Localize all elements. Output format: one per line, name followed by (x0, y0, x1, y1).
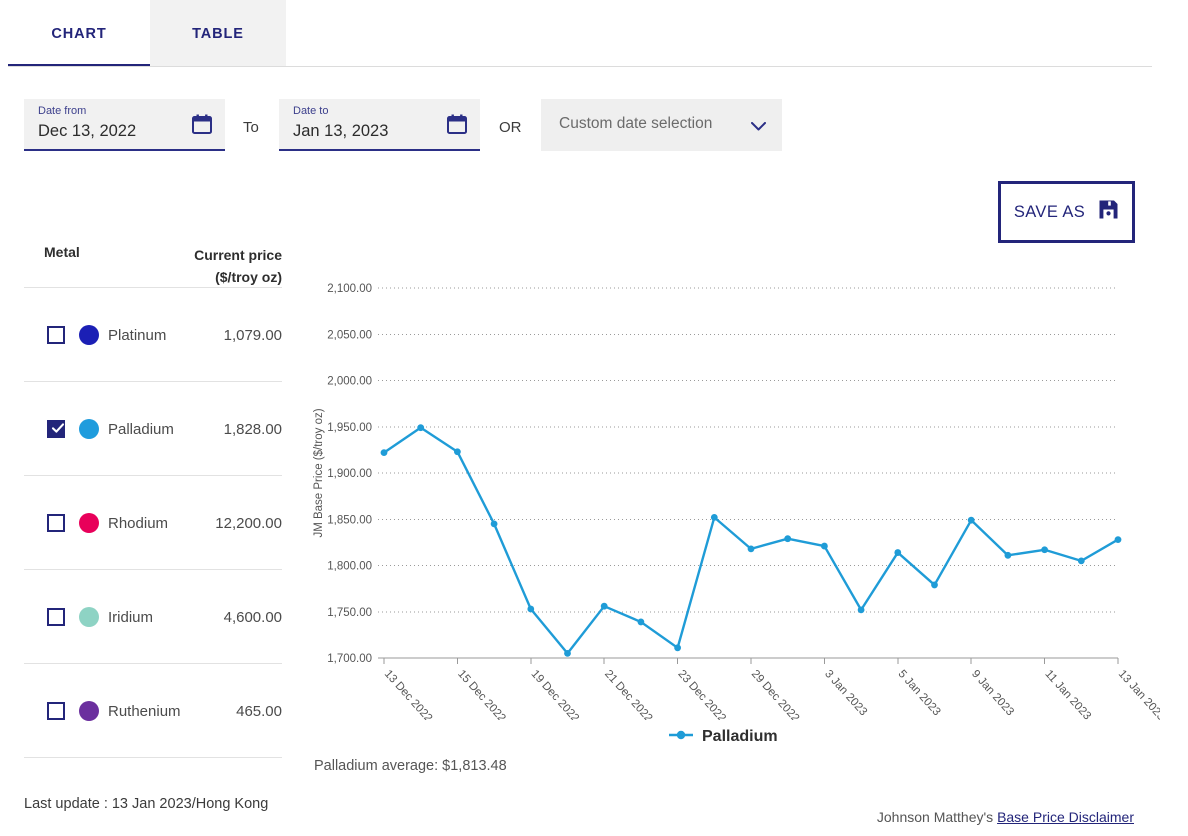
price-column-header-line2: ($/troy oz) (132, 266, 282, 288)
metal-checkbox-palladium[interactable] (47, 420, 65, 438)
tab-bar: CHART TABLE (0, 0, 1152, 68)
svg-text:1,900.00: 1,900.00 (327, 468, 372, 480)
metal-row: Iridium4,600.00 (24, 570, 282, 664)
date-to-value: Jan 13, 2023 (293, 122, 388, 141)
metal-checkbox-platinum[interactable] (47, 326, 65, 344)
legend-label: Palladium (702, 728, 778, 746)
price-column-header: Current price ($/troy oz) (132, 244, 282, 288)
svg-text:23 Dec 2022: 23 Dec 2022 (675, 668, 728, 720)
metal-row: Palladium1,828.00 (24, 382, 282, 476)
svg-text:21 Dec 2022: 21 Dec 2022 (602, 668, 655, 720)
disclaimer-text: Johnson Matthey's Base Price Disclaimer (877, 809, 1134, 825)
average-price-text: Palladium average: $1,813.48 (314, 758, 507, 774)
svg-text:1,750.00: 1,750.00 (327, 607, 372, 619)
price-line-chart: 2,100.00 2,050.00 2,000.00 1,950.00 1,900.00… (300, 250, 1160, 720)
calendar-icon[interactable] (446, 113, 468, 135)
svg-text:13 Dec 2022: 13 Dec 2022 (382, 668, 435, 720)
floppy-disk-icon (1098, 199, 1119, 225)
metal-column-header: Metal (44, 244, 80, 260)
date-from-value: Dec 13, 2022 (38, 122, 136, 141)
svg-text:JM Base Price ($/troy oz): JM Base Price ($/troy oz) (313, 408, 325, 537)
to-separator-label: To (243, 119, 259, 136)
date-from-field[interactable]: Date from Dec 13, 2022 (24, 99, 225, 151)
svg-text:1,800.00: 1,800.00 (327, 561, 372, 573)
chart-area: 2,100.00 2,050.00 2,000.00 1,950.00 1,900.00… (300, 250, 1160, 790)
metal-color-swatch (79, 513, 99, 533)
svg-text:5 Jan 2023: 5 Jan 2023 (896, 668, 943, 718)
svg-text:13 Jan 2023: 13 Jan 2023 (1116, 668, 1160, 720)
metal-price: 4,600.00 (132, 609, 282, 626)
svg-text:2,100.00: 2,100.00 (327, 283, 372, 295)
svg-text:2,050.00: 2,050.00 (327, 329, 372, 341)
metal-row: Rhodium12,200.00 (24, 476, 282, 570)
custom-date-selection-value: Custom date selection (559, 115, 712, 133)
price-chart-page: CHART TABLE Date from Dec 13, 2022 To Da… (0, 0, 1188, 836)
base-price-disclaimer-link[interactable]: Base Price Disclaimer (997, 809, 1134, 825)
last-update-text: Last update : 13 Jan 2023/Hong Kong (24, 796, 268, 812)
save-as-button[interactable]: SAVE AS (998, 181, 1135, 243)
metal-price: 1,828.00 (132, 421, 282, 438)
svg-text:9 Jan 2023: 9 Jan 2023 (969, 668, 1016, 718)
svg-text:1,950.00: 1,950.00 (327, 422, 372, 434)
chart-legend[interactable]: Palladium (668, 728, 778, 746)
tab-chart[interactable]: CHART (8, 0, 150, 67)
disclaimer-prefix: Johnson Matthey's (877, 809, 997, 825)
metal-color-swatch (79, 325, 99, 345)
metal-price: 12,200.00 (132, 515, 282, 532)
metal-checkbox-iridium[interactable] (47, 608, 65, 626)
svg-text:2,000.00: 2,000.00 (327, 376, 372, 388)
tab-table-label: TABLE (192, 26, 244, 42)
legend-marker-icon (668, 728, 694, 746)
date-to-label: Date to (293, 105, 328, 117)
tab-bar-divider (8, 66, 1152, 67)
calendar-icon[interactable] (191, 113, 213, 135)
date-to-field[interactable]: Date to Jan 13, 2023 (279, 99, 480, 151)
date-from-label: Date from (38, 105, 86, 117)
tab-chart-label: CHART (51, 26, 106, 42)
metal-checkbox-ruthenium[interactable] (47, 702, 65, 720)
metals-table-header: Metal Current price ($/troy oz) (24, 208, 282, 288)
svg-text:19 Dec 2022: 19 Dec 2022 (529, 668, 582, 720)
metal-color-swatch (79, 701, 99, 721)
tab-table[interactable]: TABLE (150, 0, 286, 67)
metal-price: 465.00 (132, 703, 282, 720)
check-icon (51, 421, 65, 435)
svg-text:3 Jan 2023: 3 Jan 2023 (822, 668, 869, 718)
metal-checkbox-rhodium[interactable] (47, 514, 65, 532)
filter-toolbar: Date from Dec 13, 2022 To Date to Jan 13… (0, 84, 1188, 179)
chevron-down-icon (751, 118, 766, 127)
or-separator-label: OR (499, 119, 522, 136)
price-column-header-line1: Current price (132, 244, 282, 266)
svg-text:29 Dec 2022: 29 Dec 2022 (749, 668, 802, 720)
save-as-label: SAVE AS (1014, 203, 1085, 222)
metals-list-panel: Metal Current price ($/troy oz) Platinum… (24, 208, 282, 758)
metal-row: Platinum1,079.00 (24, 288, 282, 382)
metal-color-swatch (79, 607, 99, 627)
metal-price: 1,079.00 (132, 327, 282, 344)
svg-text:1,700.00: 1,700.00 (327, 653, 372, 665)
metal-color-swatch (79, 419, 99, 439)
metal-row: Ruthenium465.00 (24, 664, 282, 758)
svg-text:15 Dec 2022: 15 Dec 2022 (455, 668, 508, 720)
svg-text:11 Jan 2023: 11 Jan 2023 (1042, 668, 1093, 720)
custom-date-selection-dropdown[interactable]: Custom date selection (541, 99, 782, 151)
svg-text:1,850.00: 1,850.00 (327, 514, 372, 526)
